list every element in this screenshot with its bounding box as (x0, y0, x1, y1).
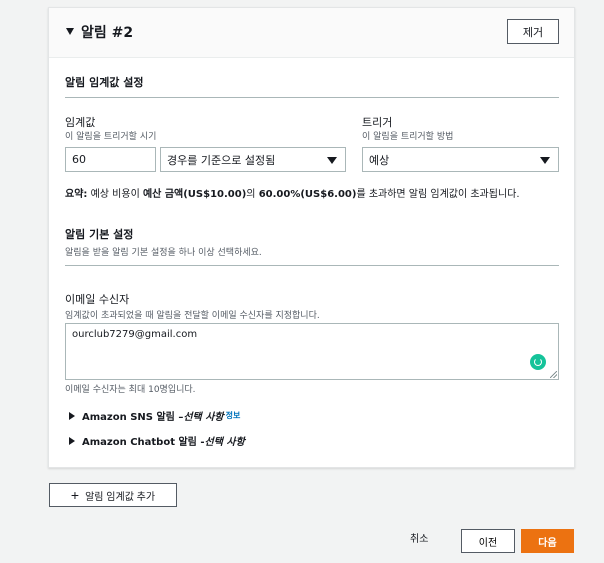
plus-icon: + (70, 487, 80, 503)
summary-prefix: 요약: (65, 189, 88, 200)
email-hint: 이메일 수신자는 최대 10명입니다. (65, 385, 196, 395)
threshold-type-value: 경우를 기준으로 설정됨 (167, 153, 276, 167)
trigger-select[interactable]: 예상 (362, 147, 559, 172)
threshold-type-select[interactable]: 경우를 기준으로 설정됨 (160, 147, 346, 172)
summary-text: 를 초과하면 알림 임계값이 초과됩니다. (356, 189, 520, 200)
add-threshold-label: 알림 임계값 추가 (85, 491, 156, 503)
caret-right-icon (69, 411, 75, 420)
add-threshold-button[interactable]: + 알림 임계값 추가 (49, 483, 177, 507)
sns-info-link[interactable]: 정보 (226, 410, 241, 421)
sns-label: Amazon SNS 알림 – (82, 412, 184, 423)
caret-right-icon (69, 436, 75, 445)
threshold-label: 임계값 (65, 116, 96, 129)
previous-button[interactable]: 이전 (461, 529, 515, 553)
email-recipients-value: ourclub7279@gmail.com (72, 329, 198, 340)
summary-text: 예상 비용이 (87, 189, 143, 200)
threshold-input[interactable]: 60 (65, 147, 156, 172)
threshold-summary: 요약: 예상 비용이 예산 금액(US$10.00)의 60.00%(US$6.… (65, 185, 520, 200)
alert-card-header[interactable]: 알림 #2 제거 (49, 8, 574, 58)
resize-handle[interactable] (550, 371, 557, 378)
sns-expander[interactable]: Amazon SNS 알림 – 선택 사항 정보 (69, 408, 240, 423)
chatbot-optional: 선택 사항 (204, 437, 245, 448)
remove-button[interactable]: 제거 (507, 19, 559, 44)
email-label: 이메일 수신자 (65, 293, 130, 306)
basic-settings-title: 알림 기본 설정 (65, 228, 134, 241)
threshold-description: 이 알림을 트리거할 시기 (65, 132, 157, 142)
chatbot-label: Amazon Chatbot 알림 - (82, 437, 205, 448)
alert-card: 알림 #2 제거 알림 임계값 설정 임계값 이 알림을 트리거할 시기 60 … (48, 7, 575, 468)
chevron-down-icon (327, 157, 337, 164)
threshold-input-value: 60 (72, 153, 86, 166)
threshold-section-title: 알림 임계값 설정 (65, 76, 144, 89)
trigger-value: 예상 (369, 153, 390, 167)
chatbot-expander[interactable]: Amazon Chatbot 알림 - 선택 사항 (69, 433, 245, 448)
summary-threshold-amount: 60.00%(US$6.00) (258, 189, 357, 200)
cancel-button[interactable]: 취소 (410, 530, 428, 545)
summary-text: 의 (246, 189, 259, 200)
divider (65, 265, 559, 266)
email-recipients-textarea[interactable]: ourclub7279@gmail.com (65, 323, 559, 380)
sns-optional: 선택 사항 (183, 412, 224, 423)
trigger-label: 트리거 (362, 116, 393, 129)
email-description: 임계값이 초과되었을 때 알림을 전달할 이메일 수신자를 지정합니다. (65, 311, 320, 321)
divider (65, 97, 559, 98)
grammarly-icon[interactable] (530, 354, 546, 370)
basic-settings-description: 알림을 받을 알림 기본 설정을 하나 이상 선택하세요. (65, 248, 262, 258)
chevron-down-icon (540, 157, 550, 164)
summary-budget-amount: 예산 금액(US$10.00) (142, 189, 247, 200)
caret-down-icon[interactable] (66, 28, 74, 35)
trigger-description: 이 알림을 트리거할 방법 (362, 132, 454, 142)
next-button[interactable]: 다음 (521, 529, 574, 553)
alert-title: 알림 #2 (81, 25, 134, 41)
